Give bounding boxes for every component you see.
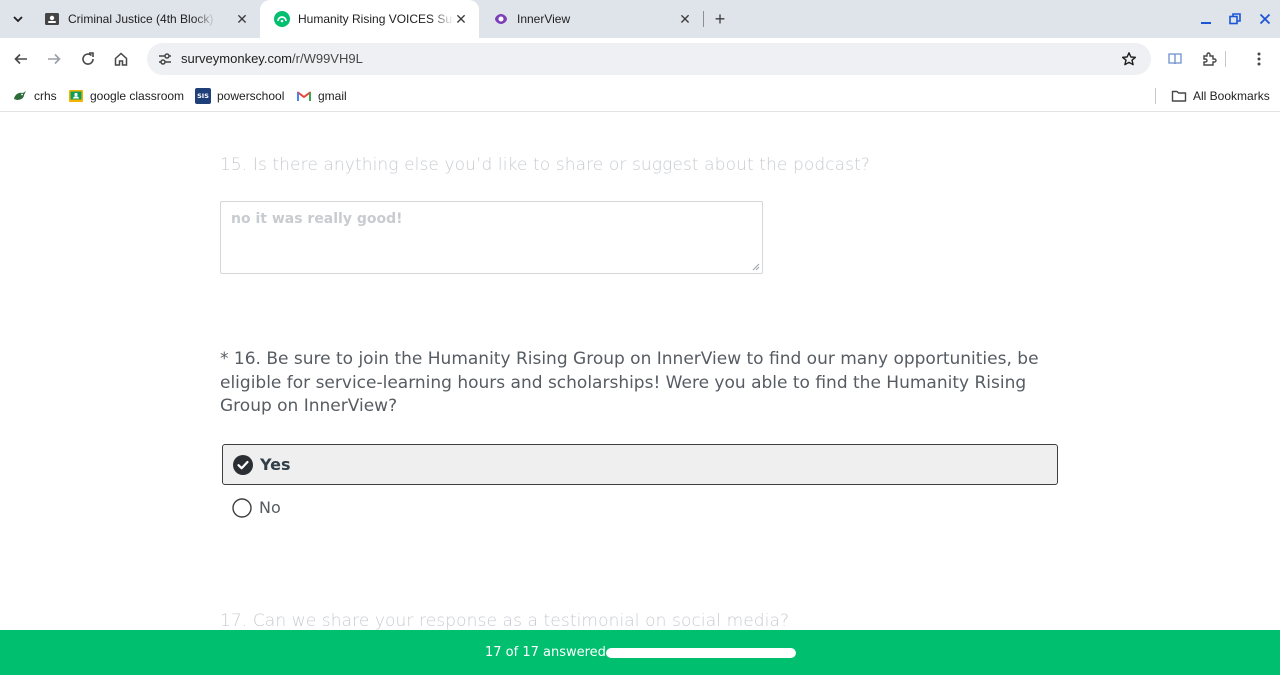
arrow-right-icon bbox=[48, 53, 61, 65]
bookmark-google-classroom[interactable]: google classroom bbox=[68, 86, 184, 106]
survey-page: 15. Is there anything else you’d like to… bbox=[0, 113, 1280, 675]
gmail-icon bbox=[296, 88, 312, 104]
reload-button[interactable] bbox=[76, 47, 100, 71]
bookmark-label: google classroom bbox=[90, 89, 185, 103]
tab-search-button[interactable] bbox=[6, 7, 30, 31]
option-label: No bbox=[259, 498, 281, 517]
close-tab-icon[interactable]: ✕ bbox=[453, 11, 469, 27]
resize-grip-icon[interactable] bbox=[752, 263, 760, 271]
checked-radio-icon bbox=[233, 454, 253, 475]
close-tab-icon[interactable]: ✕ bbox=[234, 11, 250, 27]
bookmark-crhs[interactable]: crhs bbox=[12, 86, 57, 106]
home-button[interactable] bbox=[109, 47, 133, 71]
bookmark-powerschool[interactable]: SIS powerschool bbox=[195, 86, 284, 106]
folder-icon bbox=[1171, 88, 1187, 104]
radio-circle-icon bbox=[232, 497, 252, 518]
kebab-menu-icon bbox=[1257, 52, 1261, 66]
toolbar-separator bbox=[1225, 51, 1226, 67]
url-text: surveymonkey.com/r/W99VH9L bbox=[181, 51, 363, 66]
url-path: /r/W99VH9L bbox=[292, 51, 363, 66]
bookmarks-separator bbox=[1155, 88, 1156, 104]
question-15-textarea[interactable]: no it was really good! bbox=[220, 201, 763, 274]
tab-title: Criminal Justice (4th Block) 4th bbox=[68, 12, 216, 26]
surveymonkey-icon bbox=[274, 11, 290, 27]
minimize-button[interactable] bbox=[1195, 8, 1217, 30]
puzzle-icon bbox=[1203, 52, 1217, 66]
question-16-title: * 16. Be sure to join the Humanity Risin… bbox=[220, 349, 1039, 416]
url-host: surveymonkey.com bbox=[181, 51, 293, 66]
innerview-icon bbox=[493, 11, 509, 27]
progress-bar-fill bbox=[606, 648, 796, 658]
browser-toolbar: surveymonkey.com/r/W99VH9L bbox=[0, 38, 1280, 80]
bookmark-label: gmail bbox=[318, 89, 347, 103]
tab-humanity-rising-survey[interactable]: Humanity Rising VOICES Survey ✕ bbox=[260, 0, 479, 38]
restore-icon bbox=[1229, 13, 1241, 25]
bookmarks-bar: crhs google classroom SIS powerschool gm… bbox=[0, 80, 1280, 112]
option-no[interactable]: No bbox=[222, 487, 1058, 528]
all-bookmarks-label: All Bookmarks bbox=[1193, 89, 1270, 103]
site-info-icon[interactable] bbox=[155, 49, 175, 69]
option-label: Yes bbox=[260, 455, 291, 474]
bookmark-label: crhs bbox=[34, 89, 57, 103]
question-17-title: 17. Can we share your response as a test… bbox=[220, 611, 790, 631]
reading-mode-button[interactable] bbox=[1163, 47, 1187, 71]
powerschool-icon: SIS bbox=[195, 88, 211, 104]
option-yes[interactable]: Yes bbox=[222, 444, 1058, 485]
close-tab-icon[interactable]: ✕ bbox=[677, 11, 693, 27]
close-icon bbox=[1259, 13, 1271, 25]
forward-button[interactable] bbox=[42, 47, 66, 71]
progress-bar bbox=[606, 648, 796, 658]
tab-innerview[interactable]: InnerView ✕ bbox=[479, 0, 703, 38]
all-bookmarks-button[interactable]: All Bookmarks bbox=[1171, 86, 1270, 106]
google-classroom-icon bbox=[68, 88, 84, 104]
arrow-left-icon bbox=[14, 53, 27, 65]
bookmark-label: powerschool bbox=[217, 89, 285, 103]
reload-icon bbox=[82, 52, 94, 65]
question-15-answer: no it was really good! bbox=[231, 211, 403, 227]
extensions-button[interactable] bbox=[1197, 47, 1221, 71]
tab-title: Humanity Rising VOICES Survey bbox=[298, 12, 454, 26]
reading-mode-icon bbox=[1168, 53, 1182, 65]
browser-menu-button[interactable] bbox=[1247, 47, 1271, 71]
chevron-down-icon bbox=[13, 16, 23, 23]
home-icon bbox=[114, 52, 128, 66]
tab-title: InnerView bbox=[517, 12, 571, 26]
progress-footer: 17 of 17 answered bbox=[0, 630, 1280, 675]
bookmark-gmail[interactable]: gmail bbox=[296, 86, 347, 106]
back-button[interactable] bbox=[9, 47, 33, 71]
question-15-title: 15. Is there anything else you’d like to… bbox=[220, 155, 871, 175]
classroom-assignment-icon bbox=[44, 11, 60, 27]
tab-criminal-justice[interactable]: Criminal Justice (4th Block) 4th ✕ bbox=[30, 0, 260, 38]
restore-button[interactable] bbox=[1224, 8, 1246, 30]
close-window-button[interactable] bbox=[1254, 8, 1276, 30]
tab-strip: Criminal Justice (4th Block) 4th ✕ Human… bbox=[0, 0, 1280, 38]
minimize-icon bbox=[1201, 22, 1211, 24]
address-bar[interactable]: surveymonkey.com/r/W99VH9L bbox=[147, 43, 1151, 75]
powerschool-icon-text: SIS bbox=[197, 92, 209, 100]
progress-text: 17 of 17 answered bbox=[485, 645, 606, 660]
new-tab-button[interactable]: + bbox=[709, 8, 731, 30]
crhs-icon bbox=[12, 88, 28, 104]
bookmark-star-icon[interactable] bbox=[1119, 49, 1139, 69]
tab-separator bbox=[703, 11, 704, 27]
